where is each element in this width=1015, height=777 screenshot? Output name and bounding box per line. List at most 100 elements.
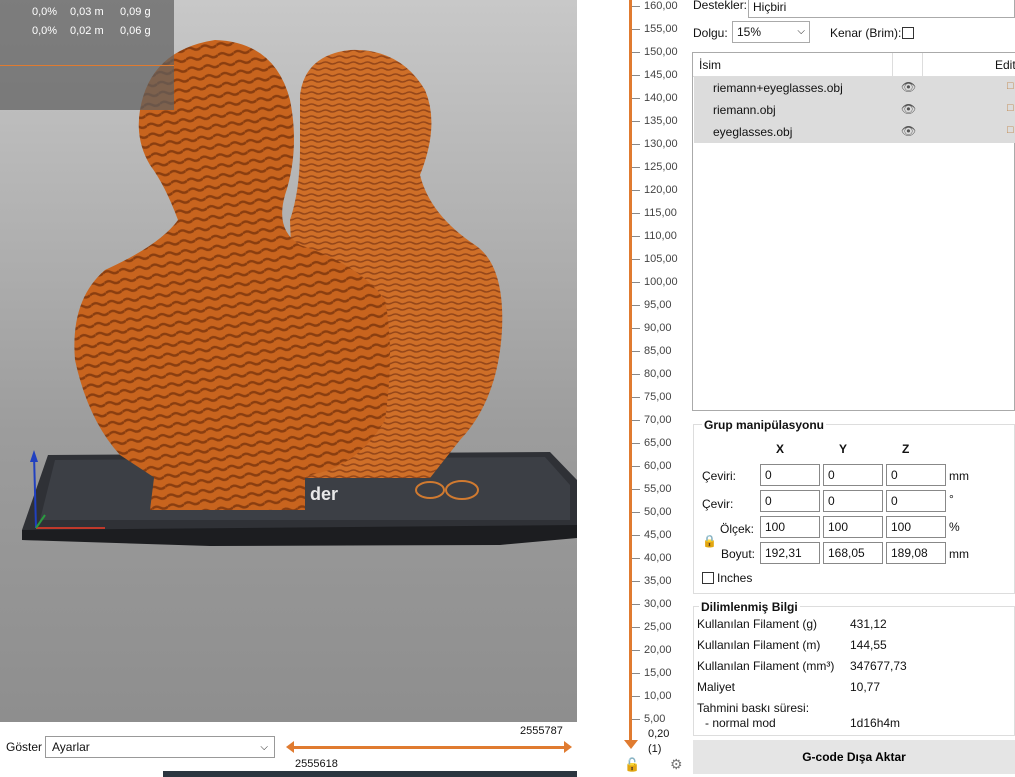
layer-tick-label: 20,00 xyxy=(632,644,672,656)
layer-tick-label: 100,00 xyxy=(632,276,678,288)
layer-tick-label: 25,00 xyxy=(632,621,672,633)
print-time-title: Tahmini baskı süresi: xyxy=(697,701,810,715)
edit-icon[interactable]: □ xyxy=(1007,80,1014,92)
list-item[interactable]: riemann+eyeglasses.obj 👁 □ xyxy=(694,77,1015,99)
chevron-down-icon: ⌵ xyxy=(260,741,268,753)
layer-tick-label: 125,00 xyxy=(632,161,678,173)
rotation-y-field[interactable]: 0 xyxy=(823,490,883,512)
info-label: Maliyet xyxy=(697,680,736,694)
print-time-mode: - normal mod xyxy=(705,716,776,730)
layer-tick-label: 130,00 xyxy=(632,138,678,150)
layer-tick-label: 120,00 xyxy=(632,184,678,196)
gear-icon[interactable]: ⚙ xyxy=(670,756,683,773)
layer-tick-label: 45,00 xyxy=(632,529,672,541)
scale-z-field[interactable]: 100 xyxy=(886,516,946,538)
sliced-info-title: Dilimlenmiş Bilgi xyxy=(699,600,800,614)
layer-tick-label: 35,00 xyxy=(632,575,672,587)
info-label: Kullanılan Filament (m) xyxy=(697,638,821,652)
layer-tick-label: 30,00 xyxy=(632,598,672,610)
position-x-field[interactable]: 0 xyxy=(760,464,820,486)
rotation-x-field[interactable]: 0 xyxy=(760,490,820,512)
info-value: 431,12 xyxy=(850,617,887,631)
print-time-value: 1d16h4m xyxy=(850,716,901,730)
legend-panel: 0,0% 0,03 m 0,09 g 0,0% 0,02 m 0,06 g xyxy=(0,0,174,110)
brim-label: Kenar (Brim): xyxy=(830,26,902,40)
rotation-unit: ° xyxy=(949,492,954,506)
object-name: riemann.obj xyxy=(713,103,776,117)
layer-tick-label: 145,00 xyxy=(632,69,678,81)
layer-tick-label: 160,00 xyxy=(632,0,678,12)
legend-row: 0,0% 0,02 m 0,06 g xyxy=(32,25,151,37)
axis-x-label: X xyxy=(776,442,785,456)
object-name: eyeglasses.obj xyxy=(713,125,793,139)
horizontal-slider-right-handle[interactable] xyxy=(564,741,572,753)
size-unit: mm xyxy=(949,547,969,561)
layer-slider-handle[interactable] xyxy=(624,740,638,749)
position-unit: mm xyxy=(949,469,969,483)
layer-tick-label: 140,00 xyxy=(632,92,678,104)
position-y-field[interactable]: 0 xyxy=(823,464,883,486)
edit-icon[interactable]: □ xyxy=(1007,102,1014,114)
supports-value: Hiçbiri xyxy=(753,0,787,14)
position-z-field[interactable]: 0 xyxy=(886,464,946,486)
view-type-value: Ayarlar xyxy=(52,740,90,754)
size-z-field[interactable]: 189,08 xyxy=(886,542,946,564)
3d-viewport[interactable]: der 0,0% 0,03 m 0,09 g 0,0% 0,02 m 0,06 … xyxy=(0,0,577,722)
info-value: 347677,73 xyxy=(850,659,907,673)
brim-checkbox[interactable] xyxy=(902,27,914,39)
axis-y-label: Y xyxy=(839,442,848,456)
horizontal-slider-lower-value: 2555618 xyxy=(295,758,338,770)
layer-tick-label: 110,00 xyxy=(632,230,677,242)
lock-icon[interactable]: 🔒 xyxy=(702,534,717,548)
column-name-header[interactable]: İsim xyxy=(699,58,721,72)
inches-checkbox[interactable] xyxy=(702,572,714,584)
size-label: Boyut: xyxy=(721,547,756,561)
eye-icon[interactable]: 👁 xyxy=(901,80,916,94)
layer-tick-label: 135,00 xyxy=(632,115,678,127)
layer-count: (1) xyxy=(648,743,662,755)
fill-select[interactable]: 15% ⌵ xyxy=(732,21,810,43)
view-type-select[interactable]: Ayarlar ⌵ xyxy=(45,736,275,758)
unlock-icon[interactable]: 🔓 xyxy=(624,757,640,773)
show-label: Göster xyxy=(6,740,43,754)
size-x-field[interactable]: 192,31 xyxy=(760,542,820,564)
layer-tick-label: 60,00 xyxy=(632,460,672,472)
fill-value: 15% xyxy=(737,25,762,39)
layer-tick-label: 10,00 xyxy=(632,690,672,702)
supports-label: Destekler: xyxy=(693,0,748,12)
export-gcode-button[interactable]: G-code Dışa Aktar xyxy=(693,740,1015,774)
object-name: riemann+eyeglasses.obj xyxy=(713,81,843,95)
info-value: 144,55 xyxy=(850,638,887,652)
eye-icon[interactable]: 👁 xyxy=(901,124,916,138)
scale-x-field[interactable]: 100 xyxy=(760,516,820,538)
edit-icon[interactable]: □ xyxy=(1007,124,1014,136)
info-label: Kullanılan Filament (mm³) xyxy=(697,659,835,673)
layer-tick-label: 50,00 xyxy=(632,506,672,518)
layer-tick-label: 115,00 xyxy=(632,207,677,219)
eye-icon[interactable]: 👁 xyxy=(901,102,916,116)
scale-y-field[interactable]: 100 xyxy=(823,516,883,538)
layer-tick-label: 80,00 xyxy=(632,368,672,380)
horizontal-slider-left-handle[interactable] xyxy=(286,741,294,753)
inches-label: Inches xyxy=(717,571,753,585)
object-list[interactable]: İsim Edit riemann+eyeglasses.obj 👁 □ rie… xyxy=(692,52,1015,411)
info-label: Kullanılan Filament (g) xyxy=(697,617,818,631)
layer-slider-track[interactable] xyxy=(629,0,632,742)
layer-tick-label: 85,00 xyxy=(632,345,672,357)
horizontal-slider-track[interactable] xyxy=(290,746,568,749)
rotation-label: Çevir: xyxy=(702,497,734,511)
layer-tick-label: 95,00 xyxy=(632,299,672,311)
rotation-z-field[interactable]: 0 xyxy=(886,490,946,512)
column-edit-header[interactable]: Edit xyxy=(995,58,1015,72)
legend-divider xyxy=(0,65,174,66)
list-item[interactable]: riemann.obj 👁 □ xyxy=(694,99,1015,121)
layer-tick-label: 105,00 xyxy=(632,253,678,265)
layer-tick-label: 15,00 xyxy=(632,667,672,679)
list-item[interactable]: eyeglasses.obj 👁 □ xyxy=(694,121,1015,143)
supports-select[interactable]: Hiçbiri xyxy=(748,0,1015,18)
legend-row: 0,0% 0,03 m 0,09 g xyxy=(32,6,151,18)
size-y-field[interactable]: 168,05 xyxy=(823,542,883,564)
info-value: 10,77 xyxy=(850,680,881,694)
layer-tick-label: 40,00 xyxy=(632,552,672,564)
axis-z-label: Z xyxy=(902,442,910,456)
